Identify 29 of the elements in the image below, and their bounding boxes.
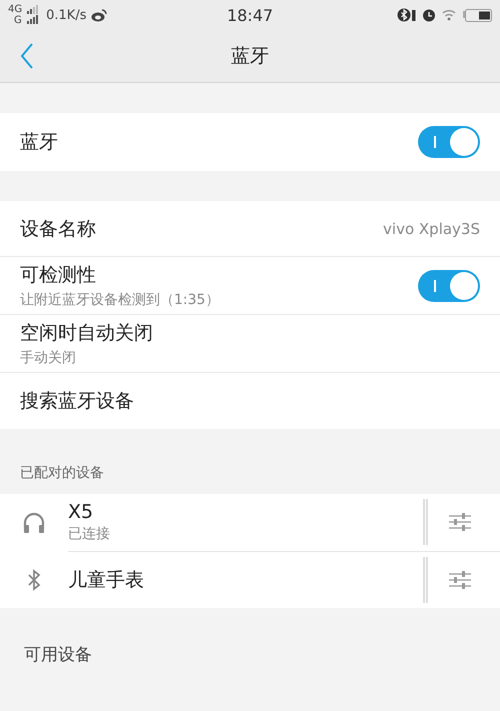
alarm-icon (422, 8, 436, 22)
page-title: 蓝牙 (231, 44, 269, 69)
wifi-icon (441, 9, 457, 21)
network-label: G (13, 15, 22, 26)
bluetooth-status-icon (397, 8, 417, 22)
device-name: 儿童手表 (68, 568, 145, 592)
settings-icon[interactable] (448, 511, 472, 533)
setting-value: vivo Xplay3S (383, 220, 480, 238)
section-header: 可用设备 (24, 644, 92, 666)
setting-label: 可检测性 (20, 263, 97, 288)
setting-label: 设备名称 (20, 216, 97, 242)
device-status: 已连接 (68, 525, 111, 543)
back-icon[interactable] (20, 43, 34, 69)
device-name: X5 (68, 501, 94, 523)
setting-label: 搜索蓝牙设备 (20, 389, 135, 414)
network-label: 4G (8, 4, 22, 15)
weibo-icon (91, 8, 108, 22)
section-header: 已配对的设备 (20, 464, 104, 482)
setting-label: 空闲时自动关闭 (20, 321, 154, 346)
headphones-icon (22, 510, 46, 534)
toggle-switch[interactable] (418, 270, 480, 302)
setting-label: 蓝牙 (20, 130, 58, 155)
clock: 18:47 (226, 6, 274, 24)
setting-description: 手动关闭 (20, 349, 77, 367)
battery-icon (462, 8, 492, 22)
network-speed: 0.1K/s (46, 8, 86, 22)
toggle-switch[interactable] (418, 126, 480, 158)
settings-icon[interactable] (448, 568, 472, 590)
setting-description: 让附近蓝牙设备检测到（1:35） (20, 291, 220, 309)
